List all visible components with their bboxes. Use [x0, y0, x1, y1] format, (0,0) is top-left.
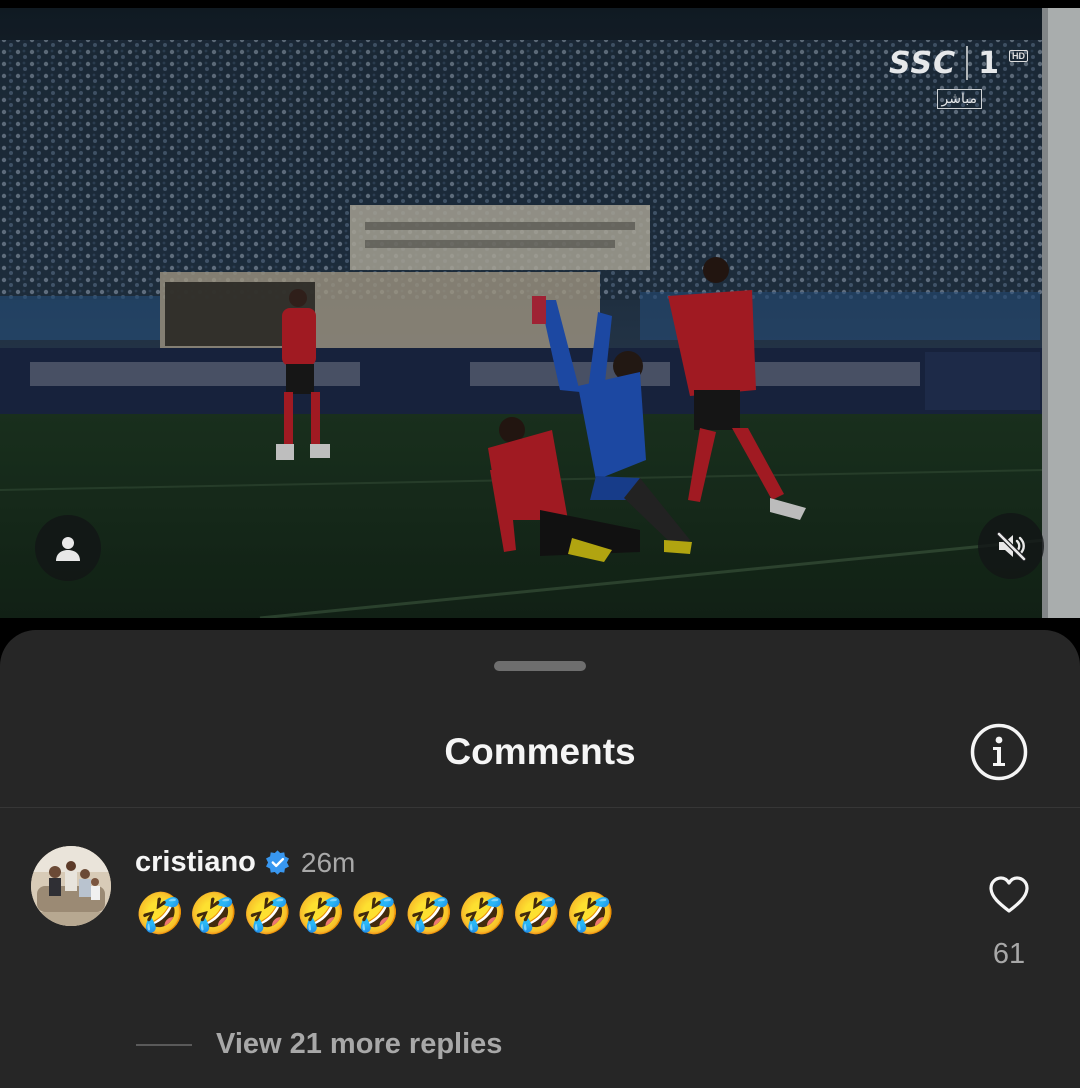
- broadcaster-name: SSC: [888, 46, 957, 81]
- avatar[interactable]: [31, 846, 111, 926]
- logo-divider: [966, 46, 969, 80]
- hd-badge: HD: [1009, 50, 1028, 62]
- person-icon: [56, 537, 80, 561]
- comment-header: cristiano 26m: [135, 846, 355, 879]
- channel-number: 1: [978, 46, 999, 81]
- view-replies-button[interactable]: View 21 more replies: [136, 1028, 502, 1061]
- broadcaster-logo: SSC 1 HD مباشر: [889, 46, 1028, 109]
- comment-text-value: 🤣🤣🤣🤣🤣🤣🤣🤣🤣: [135, 891, 620, 937]
- replies-line: [136, 1043, 192, 1046]
- comment-username[interactable]: cristiano: [135, 846, 256, 879]
- avatar-photo: [31, 846, 111, 926]
- comment-item: cristiano 26m 🤣🤣🤣🤣🤣🤣🤣🤣🤣 61: [0, 808, 1080, 1008]
- comments-sheet: Comments cristiano 26m 🤣🤣🤣🤣🤣🤣🤣🤣🤣 61 View…: [0, 630, 1080, 1088]
- comments-title: Comments: [444, 731, 636, 772]
- speaker-muted-icon: [996, 531, 1027, 562]
- live-tag: مباشر: [936, 89, 982, 109]
- like-count: 61: [992, 938, 1026, 970]
- reel-comments-screen: SSC 1 HD مباشر Comments cristiano 26m 🤣🤣…: [0, 0, 1080, 1088]
- comment-timestamp: 26m: [300, 846, 356, 878]
- comment-text: 🤣🤣🤣🤣🤣🤣🤣🤣🤣: [135, 890, 619, 938]
- heart-outline-icon[interactable]: [988, 874, 1030, 916]
- verified-badge-icon: [265, 850, 289, 875]
- view-replies-label: View 21 more replies: [216, 1028, 503, 1060]
- video-player[interactable]: SSC 1 HD مباشر: [0, 0, 1080, 618]
- sheet-drag-handle[interactable]: [494, 661, 586, 671]
- tagged-people-button[interactable]: [35, 515, 101, 581]
- info-circle-icon[interactable]: [970, 723, 1028, 781]
- mute-button[interactable]: [978, 513, 1044, 579]
